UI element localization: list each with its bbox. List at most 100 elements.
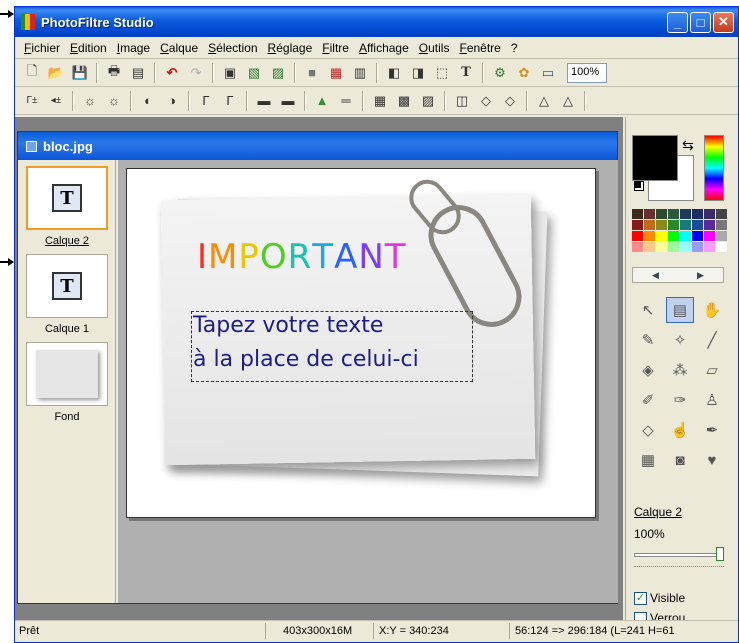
open-folder-icon[interactable]: 📂 — [45, 62, 67, 84]
pattern-tool-icon[interactable]: ▦ — [634, 447, 662, 473]
layer-manager-tool-icon[interactable]: ▤ — [666, 297, 694, 323]
layer-item[interactable]: T Calque 1 — [26, 254, 108, 335]
blur-icon[interactable]: ▦ — [369, 90, 391, 112]
color-swatch[interactable] — [692, 242, 703, 252]
color-swatch[interactable] — [704, 242, 715, 252]
drop-outline-icon[interactable]: ◇ — [499, 90, 521, 112]
swatch-scroll[interactable]: ◀ ▶ — [632, 267, 724, 283]
auto-levels-icon[interactable]: ◂± — [45, 90, 67, 112]
color-swatch[interactable] — [716, 209, 727, 219]
layer-options-icon[interactable]: ◨ — [407, 62, 429, 84]
close-button[interactable]: ✕ — [713, 11, 734, 33]
color-swatch[interactable] — [644, 220, 655, 230]
eyedropper-tool-icon[interactable]: ✎ — [634, 327, 662, 353]
smudge-tool-icon[interactable]: ☝ — [666, 417, 694, 443]
color-swatch[interactable] — [656, 231, 667, 241]
blur-tool-icon[interactable]: ◇ — [634, 417, 662, 443]
color-swatch[interactable] — [644, 231, 655, 241]
selection-icon[interactable]: ⬚ — [431, 62, 453, 84]
brightness-plus-icon[interactable]: ☼ — [103, 90, 125, 112]
menu-fenetre[interactable]: Fenêtre — [454, 41, 505, 55]
title-bar[interactable]: PhotoFiltre Studio _ □ ✕ — [15, 7, 738, 37]
color-swatch[interactable] — [668, 242, 679, 252]
color-swatch[interactable] — [680, 231, 691, 241]
color-swatch[interactable] — [644, 242, 655, 252]
clone-tool-icon[interactable]: ✒ — [698, 417, 726, 443]
color-swatch[interactable] — [656, 242, 667, 252]
scan-icon[interactable]: ▤ — [127, 62, 149, 84]
menu-help[interactable]: ? — [506, 41, 523, 55]
active-layer-name[interactable]: Calque 2 — [634, 505, 682, 519]
color-swatch[interactable] — [632, 220, 643, 230]
swap-colors-icon[interactable]: ⇆ — [682, 137, 694, 154]
minimize-button[interactable]: _ — [667, 11, 688, 33]
color-swatch[interactable] — [716, 242, 727, 252]
color-swatch[interactable] — [704, 231, 715, 241]
color-swatch[interactable] — [716, 220, 727, 230]
color-swatch[interactable] — [632, 231, 643, 241]
filter-icon[interactable]: ▥ — [349, 62, 371, 84]
new-file-icon[interactable]: 🗋 — [21, 62, 43, 84]
contrast-minus-icon[interactable]: ◐ — [137, 90, 159, 112]
sharpen-icon[interactable]: ▩ — [393, 90, 415, 112]
foreground-color-swatch[interactable] — [632, 135, 678, 181]
saturation-minus-icon[interactable]: ▬ — [253, 90, 275, 112]
image-canvas[interactable]: IMPORTANT Tapez votre texte à la place d… — [126, 168, 596, 518]
color-swatch[interactable] — [704, 209, 715, 219]
opacity-slider-thumb[interactable] — [716, 547, 724, 561]
plugin-icon[interactable]: ✿ — [513, 62, 535, 84]
color-palette-icon[interactable]: ▦ — [325, 62, 347, 84]
menu-calque[interactable]: Calque — [155, 41, 203, 55]
brush-tool-icon[interactable]: ✐ — [634, 387, 662, 413]
color-swatch[interactable] — [668, 220, 679, 230]
color-swatch[interactable] — [668, 231, 679, 241]
color-swatch[interactable] — [632, 209, 643, 219]
color-swatch[interactable] — [680, 209, 691, 219]
image-copy-icon[interactable]: ▧ — [243, 62, 265, 84]
image-size-icon[interactable]: ▣ — [219, 62, 241, 84]
color-swatch[interactable] — [632, 242, 643, 252]
eraser-tool-icon[interactable]: ▱ — [698, 357, 726, 383]
fill-tool-icon[interactable]: ◈ — [634, 357, 662, 383]
default-colors-icon[interactable] — [634, 181, 644, 191]
auto-contrast-icon[interactable]: Γ± — [21, 90, 43, 112]
menu-selection[interactable]: Sélection — [203, 41, 262, 55]
save-icon[interactable]: 💾 — [69, 62, 91, 84]
emboss-icon[interactable]: ▨ — [417, 90, 439, 112]
stamp-tool-icon[interactable]: ♙ — [698, 387, 726, 413]
color-swatch[interactable] — [680, 220, 691, 230]
zoom-field[interactable]: 100% — [567, 62, 607, 83]
brightness-minus-icon[interactable]: ☼ — [79, 90, 101, 112]
menu-affichage[interactable]: Affichage — [354, 41, 414, 55]
undo-icon[interactable]: ↶ — [161, 62, 183, 84]
redo-icon[interactable]: ↷ — [185, 62, 207, 84]
saturation-plus-icon[interactable]: ▬ — [277, 90, 299, 112]
layer-item[interactable]: T Calque 2 — [26, 166, 108, 247]
mask-icon[interactable]: ◫ — [451, 90, 473, 112]
document-title-bar[interactable]: bloc.jpg — [18, 132, 617, 160]
menu-image[interactable]: Image — [112, 41, 155, 55]
color-swatch[interactable] — [680, 242, 691, 252]
menu-filtre[interactable]: Filtre — [317, 41, 354, 55]
menu-fichier[interactable]: Fichier — [19, 41, 65, 55]
color-spectrum[interactable] — [704, 135, 724, 201]
color-swatch[interactable] — [716, 231, 727, 241]
contrast-plus-icon[interactable]: ◑ — [161, 90, 183, 112]
visible-checkbox[interactable]: ✓ Visible — [634, 591, 685, 605]
layer-item[interactable]: Fond — [26, 342, 108, 423]
color-swatch[interactable] — [692, 209, 703, 219]
scroll-right-icon[interactable]: ▶ — [697, 270, 704, 281]
drop-icon[interactable]: ◇ — [475, 90, 497, 112]
opacity-slider[interactable] — [634, 547, 724, 567]
triangle-alt-icon[interactable]: △ — [557, 90, 579, 112]
triangle-icon[interactable]: △ — [533, 90, 555, 112]
color-swatch[interactable] — [704, 220, 715, 230]
color-swatch[interactable] — [656, 209, 667, 219]
gamma-minus-icon[interactable]: Γ — [195, 90, 217, 112]
color-swatch[interactable] — [644, 209, 655, 219]
browser-icon[interactable]: ▭ — [537, 62, 559, 84]
maximize-button[interactable]: □ — [690, 11, 711, 33]
color-swatch[interactable] — [668, 209, 679, 219]
photomask-tool-icon[interactable]: ◙ — [666, 447, 694, 473]
flat-icon[interactable]: ═ — [335, 90, 357, 112]
